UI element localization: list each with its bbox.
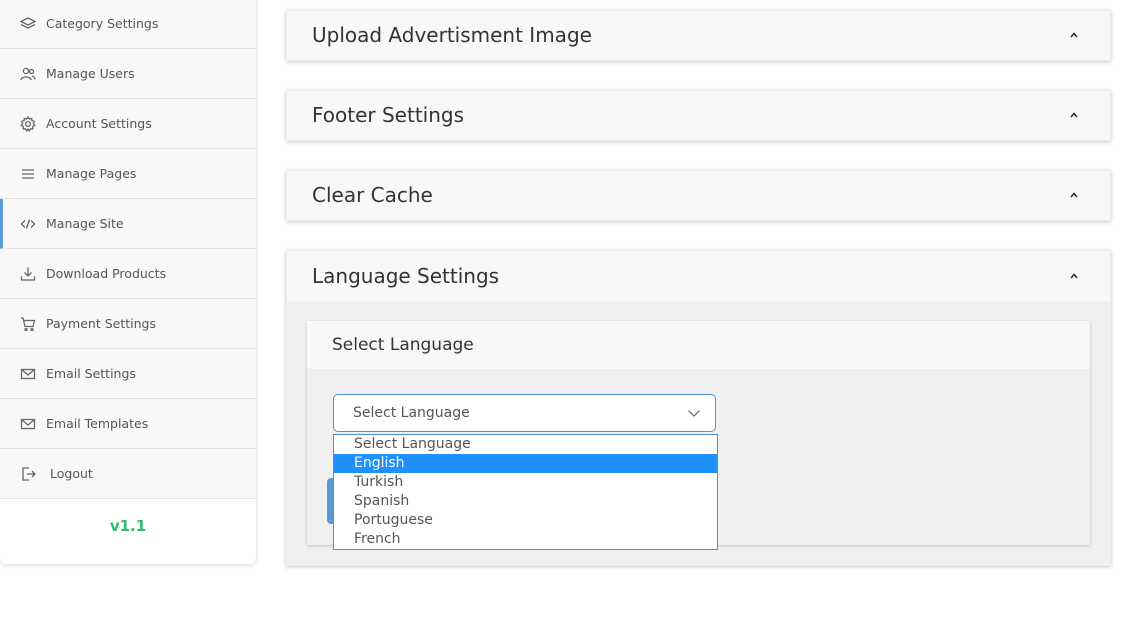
cart-icon	[20, 316, 36, 332]
sidebar-item-label: Manage Pages	[46, 166, 137, 181]
chevron-up-icon	[1068, 109, 1080, 121]
sidebar-item-category-settings[interactable]: Category Settings	[0, 0, 256, 49]
panel-header-clear-cache[interactable]: Clear Cache	[287, 171, 1110, 219]
sidebar-item-manage-pages[interactable]: Manage Pages	[0, 149, 256, 199]
sidebar-item-label: Download Products	[46, 266, 167, 281]
panel-title: Upload Advertisment Image	[312, 23, 592, 47]
language-option[interactable]: French	[334, 530, 717, 549]
sidebar-item-label: Payment Settings	[46, 316, 156, 331]
language-option[interactable]: Spanish	[334, 492, 717, 511]
language-dropdown-list: Select Language English Turkish Spanish …	[333, 434, 718, 550]
sidebar-item-payment-settings[interactable]: Payment Settings	[0, 299, 256, 349]
sidebar-item-label: Logout	[50, 466, 93, 481]
panel-header-language-settings[interactable]: Language Settings	[287, 251, 1110, 301]
logout-icon	[20, 466, 36, 482]
sidebar-item-logout[interactable]: Logout	[0, 449, 256, 499]
language-option[interactable]: Turkish	[334, 473, 717, 492]
panel-title: Footer Settings	[312, 103, 465, 127]
sidebar: Category Settings Manage Users Account S…	[0, 0, 256, 564]
chevron-up-icon	[1068, 189, 1080, 201]
sidebar-item-manage-users[interactable]: Manage Users	[0, 49, 256, 99]
mail-icon	[20, 366, 36, 382]
panel-header-upload-advertisement[interactable]: Upload Advertisment Image	[287, 11, 1110, 59]
code-icon	[20, 216, 36, 232]
gear-icon	[20, 115, 36, 132]
sidebar-item-download-products[interactable]: Download Products	[0, 249, 256, 299]
panel-clear-cache: Clear Cache	[286, 170, 1111, 221]
sidebar-item-label: Account Settings	[46, 116, 152, 131]
sidebar-item-label: Manage Users	[46, 66, 135, 81]
language-select[interactable]: Select Language	[333, 394, 716, 432]
version-label: v1.1	[0, 499, 256, 553]
language-option[interactable]: Select Language	[334, 435, 717, 454]
language-select-value: Select Language	[353, 405, 470, 421]
sidebar-item-label: Email Settings	[46, 366, 136, 381]
panel-header-footer-settings[interactable]: Footer Settings	[287, 91, 1110, 139]
panel-title: Clear Cache	[312, 183, 433, 207]
sidebar-item-label: Category Settings	[46, 16, 159, 31]
users-icon	[20, 66, 36, 82]
layers-icon	[20, 16, 36, 32]
sidebar-item-label: Email Templates	[46, 416, 149, 431]
sidebar-item-email-templates[interactable]: Email Templates	[0, 399, 256, 449]
sidebar-item-manage-site[interactable]: Manage Site	[0, 199, 256, 249]
language-option[interactable]: Portuguese	[334, 511, 717, 530]
sidebar-item-email-settings[interactable]: Email Settings	[0, 349, 256, 399]
panel-title: Language Settings	[312, 264, 500, 288]
sidebar-item-account-settings[interactable]: Account Settings	[0, 99, 256, 149]
chevron-up-icon	[1068, 29, 1080, 41]
panel-footer-settings: Footer Settings	[286, 90, 1111, 141]
download-icon	[20, 266, 36, 282]
mail-icon	[20, 416, 36, 432]
sidebar-item-label: Manage Site	[46, 216, 124, 231]
language-option[interactable]: English	[334, 454, 717, 473]
card-title: Select Language	[307, 321, 1090, 370]
panel-upload-advertisement: Upload Advertisment Image	[286, 10, 1111, 61]
chevron-up-icon	[1068, 270, 1080, 282]
chevron-down-icon	[687, 406, 701, 420]
menu-icon	[20, 166, 36, 182]
